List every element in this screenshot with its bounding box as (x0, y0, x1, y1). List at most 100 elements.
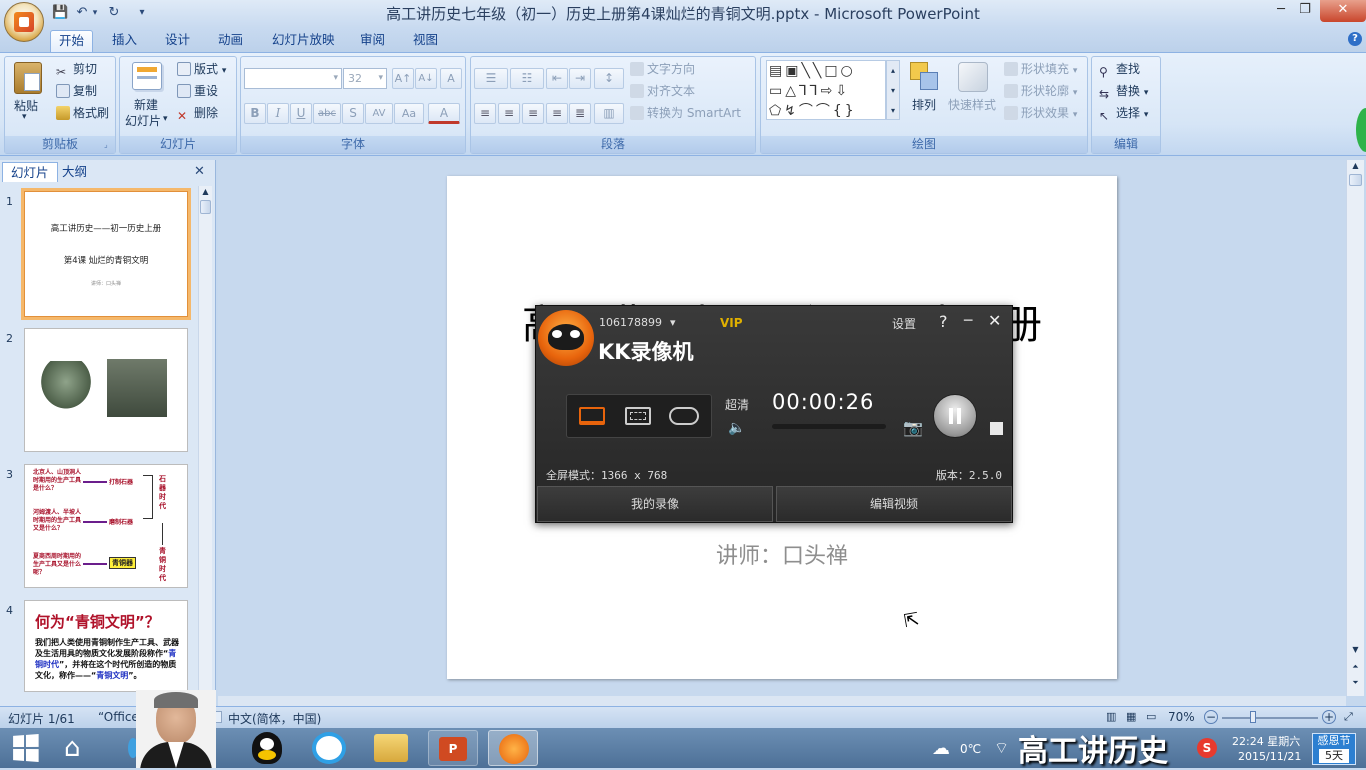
tab-design[interactable]: 设计 (157, 30, 198, 52)
qq-penguin-icon[interactable] (252, 732, 282, 764)
vscroll-thumb[interactable] (1349, 174, 1362, 186)
prev-slide-icon[interactable]: ⏶ (1347, 662, 1364, 672)
kk-quality-label[interactable]: 超清 (725, 396, 749, 413)
copy-button[interactable]: 复制 (56, 82, 97, 99)
align-text-button[interactable]: 对齐文本 (630, 82, 695, 99)
bold-button[interactable]: B (244, 103, 266, 124)
tab-view[interactable]: 视图 (405, 30, 446, 52)
slides-panel-scrollbar[interactable]: ▲ (198, 186, 212, 692)
scroll-up-icon[interactable]: ▲ (199, 186, 212, 198)
powerpoint-taskbar-button[interactable]: P (428, 730, 478, 766)
close-panel-icon[interactable]: ✕ (194, 164, 205, 179)
numbering-button[interactable]: ☷ (510, 68, 544, 89)
next-slide-icon[interactable]: ⏷ (1347, 678, 1364, 688)
slide-lecturer[interactable]: 讲师：口头禅 (447, 538, 1117, 570)
kk-edit-video-button[interactable]: 编辑视频 (776, 486, 1012, 522)
shapes-gallery[interactable]: ▤▣╲╲□○ ▭△⅂⅂⇨⇩ ⬠↯⌒⌒{} (766, 60, 886, 120)
fullscreen-mode-icon[interactable] (579, 407, 605, 425)
shrink-font-button[interactable]: A↓ (415, 68, 437, 89)
taskbar-time[interactable]: 22:24 星期六 (1232, 733, 1300, 749)
file-explorer-icon[interactable] (374, 734, 408, 762)
decrease-indent-button[interactable]: ⇤ (546, 68, 568, 89)
home-icon[interactable]: ⌂ (64, 733, 81, 763)
replace-button[interactable]: ⇆ 替换 ▾ (1099, 82, 1148, 101)
select-button[interactable]: ↖ 选择 ▾ (1099, 104, 1148, 123)
smartart-button[interactable]: 转换为 SmartArt (630, 104, 741, 121)
change-case-button[interactable]: Aa (394, 103, 424, 124)
new-slide-dropdown-icon[interactable]: ▾ (163, 114, 168, 124)
help-icon[interactable]: ? (1348, 32, 1362, 46)
tab-outline-panel[interactable]: 大纲 (54, 162, 95, 182)
browser-icon[interactable] (312, 732, 346, 764)
quick-styles-button[interactable]: 快速样式 (948, 96, 996, 113)
horizontal-scrollbar[interactable] (218, 696, 1346, 706)
office-button[interactable] (4, 2, 44, 42)
zoom-slider-thumb[interactable] (1250, 711, 1256, 723)
char-spacing-button[interactable]: AV (365, 103, 393, 124)
close-button[interactable]: ✕ (1320, 0, 1366, 22)
zoom-in-icon[interactable]: + (1322, 710, 1336, 724)
kk-account-dropdown-icon[interactable]: ▾ (670, 316, 676, 329)
clear-format-button[interactable]: A (440, 68, 462, 89)
slide-thumbnail-4[interactable]: 何为“青铜文明”？ 我们把人类使用青铜制作生产工具、武器及生活用具的物质文化发展… (24, 600, 188, 692)
layout-button[interactable]: 版式 ▾ (177, 60, 226, 77)
kk-close-button[interactable]: ✕ (988, 311, 1001, 330)
shape-outline-button[interactable]: 形状轮廓 ▾ (1004, 82, 1077, 99)
zoom-slider[interactable] (1222, 717, 1318, 719)
tab-review[interactable]: 审阅 (352, 30, 393, 52)
shapes-gallery-scroll[interactable]: ▴ ▾ ▾ (886, 60, 900, 120)
delete-button[interactable]: ✕ 删除 (177, 104, 218, 123)
paste-dropdown-icon[interactable]: ▾ (22, 112, 27, 122)
line-spacing-button[interactable]: ↕ (594, 68, 624, 89)
start-button[interactable] (13, 734, 39, 762)
fit-to-window-icon[interactable]: ⤢ (1344, 710, 1353, 724)
kk-account-id[interactable]: 106178899 (599, 316, 662, 329)
undo-icon[interactable]: ↶ (74, 4, 90, 22)
kk-recorder-window[interactable]: 106178899 ▾ VIP KK录像机 设置 ? ─ ✕ 超清 🔈 00:0… (535, 305, 1013, 523)
zoom-out-icon[interactable]: − (1204, 710, 1218, 724)
kk-vip-badge[interactable]: VIP (720, 316, 743, 330)
status-zoom[interactable]: 70% (1168, 710, 1195, 724)
format-painter-button[interactable]: 格式刷 (56, 104, 109, 121)
region-mode-icon[interactable] (625, 407, 651, 425)
vertical-scrollbar[interactable]: ▲ ▼ ⏶ ⏷ (1346, 160, 1364, 696)
italic-button[interactable]: I (267, 103, 289, 124)
weather-cloud-icon[interactable]: ☁ (932, 738, 950, 759)
cut-button[interactable]: ✂ 剪切 (56, 60, 97, 79)
clipboard-launcher-icon[interactable]: ⌟ (104, 140, 108, 149)
align-left-button[interactable]: ≡ (474, 103, 496, 124)
vscroll-up-icon[interactable]: ▲ (1347, 160, 1364, 172)
status-language[interactable]: 中文(简体，中国) (228, 710, 321, 727)
shape-effects-button[interactable]: 形状效果 ▾ (1004, 104, 1077, 121)
underline-button[interactable]: U (290, 103, 312, 124)
kk-minimize-button[interactable]: ─ (964, 313, 972, 329)
align-center-button[interactable]: ≡ (498, 103, 520, 124)
tab-animation[interactable]: 动画 (210, 30, 251, 52)
shadow-button[interactable]: S (342, 103, 364, 124)
new-slide-button[interactable]: 新建 (134, 96, 158, 113)
slide-thumbnail-1[interactable]: 高工讲历史——初一历史上册 第4课 灿烂的青铜文明 讲师：口头禅 (24, 191, 188, 317)
save-icon[interactable]: 💾 (52, 4, 68, 22)
justify-button[interactable]: ≡ (546, 103, 568, 124)
kk-stop-button[interactable] (990, 422, 1003, 435)
grow-font-button[interactable]: A↑ (392, 68, 414, 89)
kk-volume-icon[interactable]: 🔈 (728, 420, 745, 436)
strikethrough-button[interactable]: abc (313, 103, 341, 124)
find-button[interactable]: ⚲ 查找 (1099, 60, 1140, 79)
arrange-button[interactable]: 排列 (912, 96, 936, 113)
tab-slides-panel[interactable]: 幻灯片 (2, 162, 58, 182)
new-slide-label[interactable]: 幻灯片 (125, 112, 161, 129)
kk-my-recordings-button[interactable]: 我的录像 (537, 486, 773, 522)
tab-home[interactable]: 开始 (50, 30, 94, 52)
slide-thumbnail-3[interactable]: 北京人、山顶洞人时期用的生产工具是什么？ 打制石器 河姆渡人、半坡人时期用的生产… (24, 464, 188, 588)
columns-button[interactable]: ▥ (594, 103, 624, 124)
distributed-button[interactable]: ≣ (569, 103, 591, 124)
font-size-combo[interactable]: 32 ▾ (343, 68, 387, 89)
shape-fill-button[interactable]: 形状填充 ▾ (1004, 60, 1077, 77)
text-direction-button[interactable]: 文字方向 (630, 60, 695, 77)
sogou-input-icon[interactable]: S (1197, 738, 1217, 758)
vscroll-down-icon[interactable]: ▼ (1347, 645, 1364, 654)
kk-pause-button[interactable] (933, 394, 977, 438)
taskbar-date[interactable]: 2015/11/21 (1238, 750, 1301, 763)
kk-taskbar-button[interactable] (488, 730, 538, 766)
